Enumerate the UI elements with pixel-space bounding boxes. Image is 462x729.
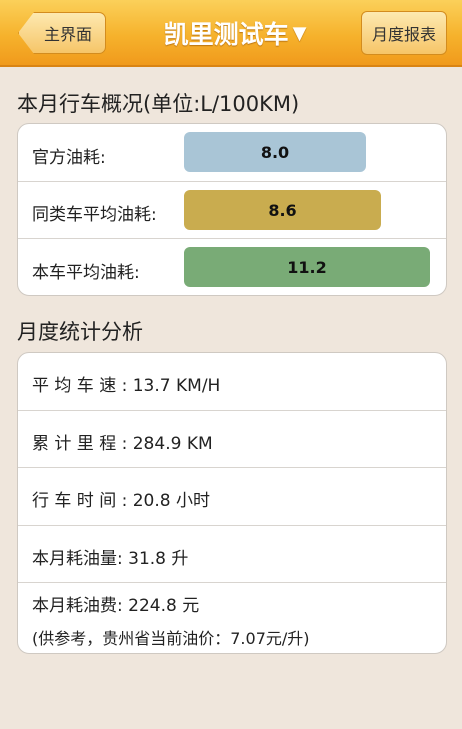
stats-card: 平 均 车 速 : 13.7 KM/H 累 计 里 程 : 284.9 KM 行…	[17, 352, 447, 654]
overview-row-similar: 同类车平均油耗: 8.6	[18, 182, 446, 239]
overview-card: 官方油耗: 8.0 同类车平均油耗: 8.6 本车平均油耗: 11.2	[17, 123, 447, 296]
consumption-value: 11.2	[287, 257, 327, 277]
dropdown-arrow-icon: ▼	[292, 22, 307, 44]
overview-row-label: 同类车平均油耗:	[32, 205, 157, 225]
back-button-label: 主界面	[43, 25, 92, 44]
consumption-bar: 8.6	[184, 190, 381, 230]
consumption-value: 8.0	[260, 142, 290, 162]
stat-text: 平 均 车 速 : 13.7 KM/H	[32, 376, 221, 396]
overview-title: 本月行车概况(单位:L/100KM)	[17, 92, 300, 116]
vehicle-selector[interactable]: 凯里测试车 ▼	[140, 10, 330, 56]
overview-row-label: 官方油耗:	[32, 148, 106, 168]
page-title: 凯里测试车	[163, 20, 289, 49]
monthly-report-label: 月度报表	[371, 25, 436, 44]
consumption-bar: 8.0	[184, 132, 366, 172]
back-button[interactable]: 主界面	[18, 12, 106, 54]
fuel-price-note: (供参考，贵州省当前油价：7.07元/升)	[32, 629, 310, 648]
stat-row-mileage: 累 计 里 程 : 284.9 KM	[18, 411, 446, 468]
overview-row-label: 本车平均油耗:	[32, 263, 140, 283]
stats-title: 月度统计分析	[17, 320, 143, 344]
consumption-bar: 11.2	[184, 247, 430, 287]
top-bar: 主界面 凯里测试车 ▼ 月度报表	[0, 0, 462, 67]
stat-text: 累 计 里 程 : 284.9 KM	[32, 434, 213, 454]
stat-row-time: 行 车 时 间 : 20.8 小时	[18, 468, 446, 526]
monthly-report-button[interactable]: 月度报表	[361, 11, 447, 55]
stat-text: 本月耗油量: 31.8 升	[32, 549, 189, 569]
stat-row-cost: 本月耗油费: 224.8 元 (供参考，贵州省当前油价：7.07元/升)	[18, 583, 446, 653]
stat-text: 本月耗油费: 224.8 元	[32, 596, 200, 616]
stat-text: 行 车 时 间 : 20.8 小时	[32, 491, 211, 511]
stat-row-speed: 平 均 车 速 : 13.7 KM/H	[18, 353, 446, 411]
overview-row-own: 本车平均油耗: 11.2	[18, 239, 446, 295]
consumption-value: 8.6	[268, 200, 297, 220]
stat-row-fuel: 本月耗油量: 31.8 升	[18, 526, 446, 583]
overview-row-official: 官方油耗: 8.0	[18, 124, 446, 182]
